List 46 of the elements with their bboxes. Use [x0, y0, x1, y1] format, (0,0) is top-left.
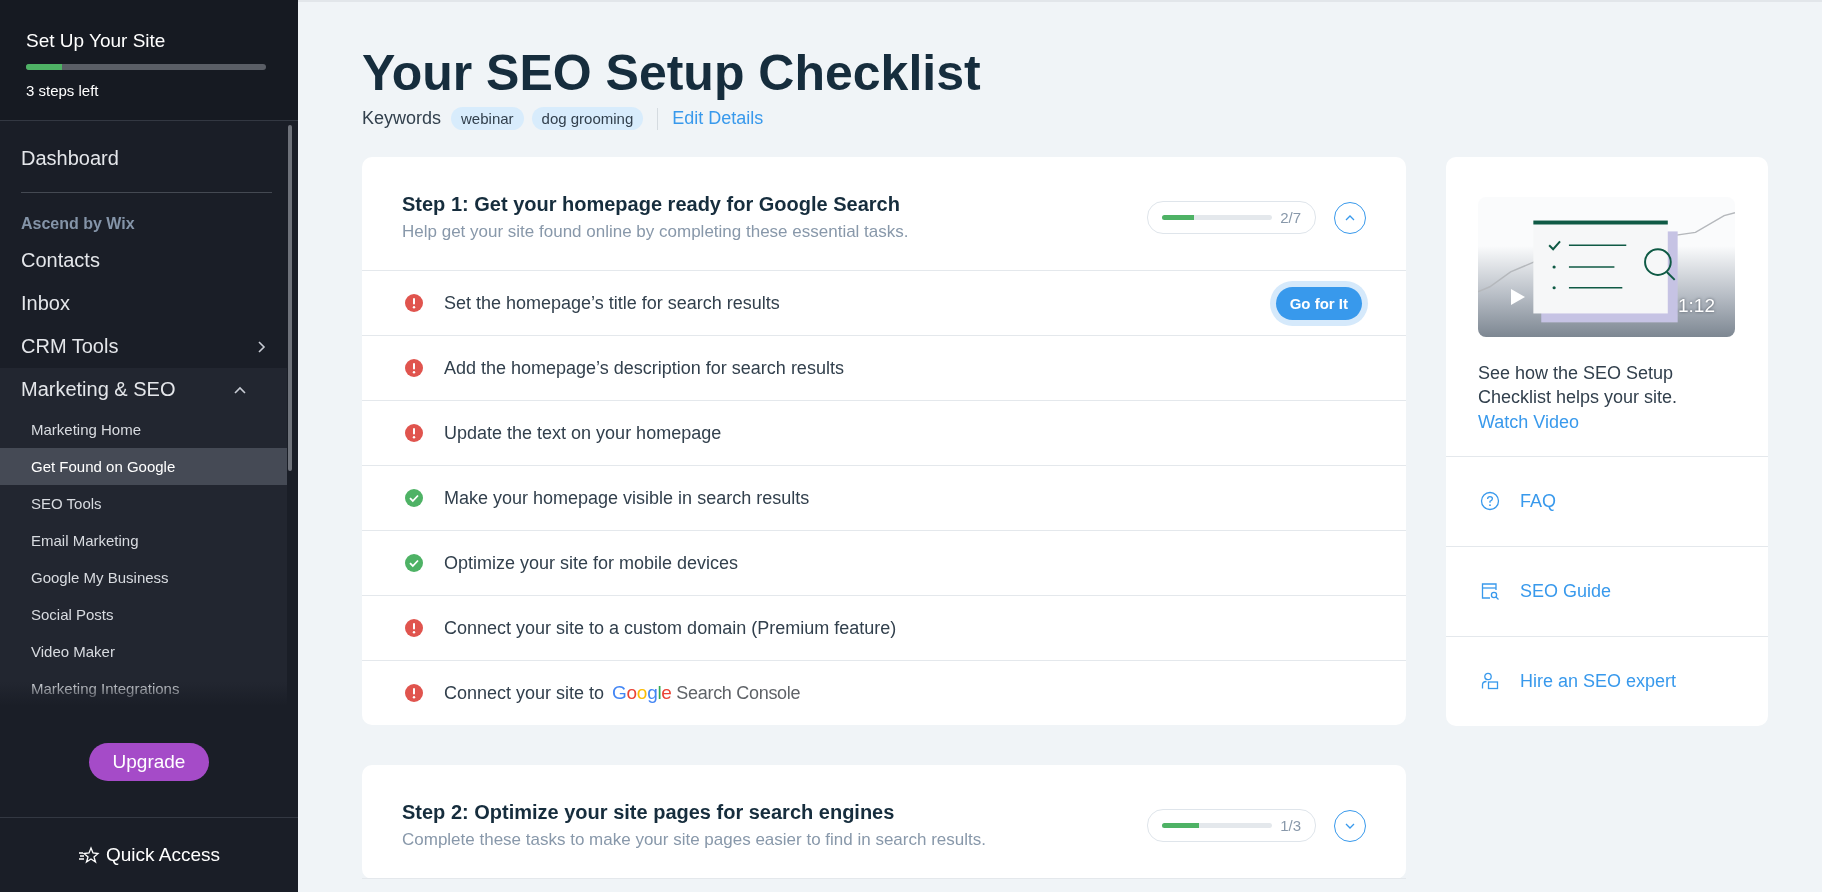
- scrollbar[interactable]: [288, 125, 292, 471]
- play-icon[interactable]: [1510, 288, 1526, 306]
- nav-group[interactable]: Marketing & SEO: [0, 368, 287, 411]
- step-title: Step 1: Get your homepage ready for Google Search: [402, 193, 901, 216]
- task-text[interactable]: Optimize your site for mobile devices: [444, 552, 739, 574]
- google-search-console-logo: Google Search Console: [612, 682, 801, 704]
- step-progress: 1/3: [1147, 809, 1316, 842]
- step-progress: 2/7: [1147, 201, 1316, 234]
- task-text[interactable]: Set the homepage’s title for search results: [444, 292, 780, 314]
- nav-subitem[interactable]: SEO Tools: [0, 485, 287, 522]
- steps-left-text: 3 steps left: [26, 82, 100, 99]
- task-text[interactable]: Add the homepage’s description for search results: [444, 357, 844, 379]
- nav-subitem[interactable]: Social Posts: [0, 596, 287, 633]
- keyword-tag: webinar: [451, 107, 524, 130]
- person-icon: [1480, 671, 1500, 692]
- upgrade-button[interactable]: Upgrade: [88, 742, 210, 781]
- nav-subitem[interactable]: Video Maker: [0, 633, 287, 670]
- nav-subitem[interactable]: Get Found on Google: [0, 448, 287, 485]
- nav-subitem[interactable]: Marketing Home: [0, 411, 287, 448]
- keyword-tag: dog grooming: [531, 107, 644, 130]
- setup-title[interactable]: Set Up Your Site: [26, 30, 266, 52]
- collapse-button[interactable]: [1334, 201, 1366, 234]
- task-text[interactable]: Update the text on your homepage: [444, 422, 722, 444]
- nav-subitem[interactable]: Email Marketing: [0, 522, 287, 559]
- task-text[interactable]: Make your homepage visible in search results: [444, 487, 810, 509]
- task-text[interactable]: Connect your site to a custom domain (Premium feature): [444, 617, 897, 639]
- nav-item[interactable]: Contacts: [0, 239, 298, 282]
- keywords-label: Keywords: [362, 108, 442, 129]
- task-text: Connect your site to: [444, 682, 605, 704]
- video-description: See how the SEO Setup Checklist helps your site. Watch Video: [1478, 362, 1679, 434]
- step-subtitle: Complete these tasks to make your site pages easier to find in search results.: [402, 830, 987, 850]
- quick-access-button[interactable]: Quick Access: [73, 840, 224, 870]
- video-duration: 1:12: [1678, 295, 1715, 317]
- page-title: Your SEO Setup Checklist: [362, 46, 982, 101]
- expand-button[interactable]: [1334, 809, 1366, 842]
- nav-group[interactable]: CRM Tools: [0, 325, 298, 368]
- document-search-icon: [1480, 581, 1500, 602]
- stars-icon: [77, 846, 100, 864]
- step-title: Step 2: Optimize your site pages for search engines: [402, 801, 896, 824]
- help-circle-icon: [1480, 491, 1500, 512]
- nav-item[interactable]: Dashboard: [0, 137, 298, 180]
- nav-subitem[interactable]: Marketing Integrations: [0, 670, 287, 706]
- nav-item[interactable]: Inbox: [0, 282, 298, 325]
- nav-section-label: Ascend by Wix: [20, 214, 136, 234]
- step-subtitle: Help get your site found online by completing these essential tasks.: [402, 222, 910, 242]
- nav-subitem[interactable]: Google My Business: [0, 559, 287, 596]
